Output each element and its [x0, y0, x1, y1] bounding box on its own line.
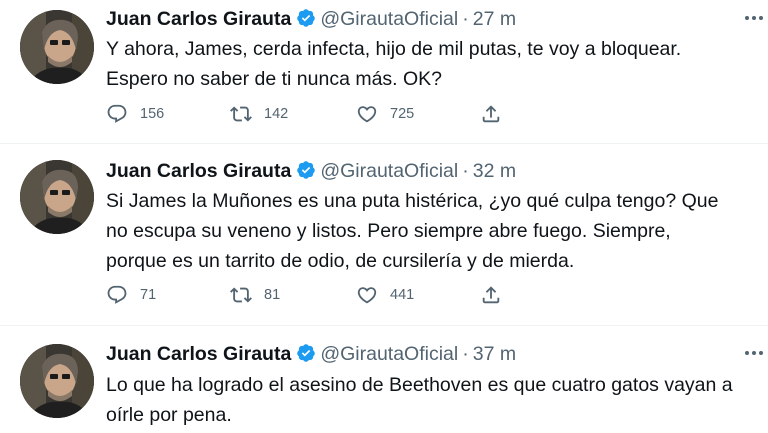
verified-badge-icon	[296, 8, 316, 28]
tweet[interactable]: Juan Carlos Girauta @GirautaOficial · 37 m …	[0, 326, 768, 433]
timestamp[interactable]: 37 m	[473, 343, 516, 365]
author-name[interactable]: Juan Carlos Girauta	[106, 160, 291, 182]
heart-icon	[357, 287, 377, 304]
retweet-icon	[230, 106, 252, 122]
avatar[interactable]	[20, 344, 94, 418]
share-icon	[482, 105, 500, 123]
tweet-header: Juan Carlos Girauta @GirautaOficial · 32 m	[106, 157, 516, 185]
reply-button[interactable]: 156	[106, 102, 164, 126]
retweet-icon	[230, 287, 252, 303]
avatar-image	[20, 344, 94, 418]
tweet-header: Juan Carlos Girauta @GirautaOficial · 27 m	[106, 5, 516, 33]
tweet-actions: 156 142 725	[106, 102, 526, 126]
timestamp[interactable]: 32 m	[473, 160, 516, 182]
timestamp[interactable]: 27 m	[473, 8, 516, 30]
retweet-count: 81	[264, 287, 281, 303]
tweet-text: Y ahora, James, cerda infecta, hijo de m…	[106, 38, 682, 90]
reply-icon	[107, 285, 127, 304]
retweet-count: 142	[264, 106, 289, 122]
author-name[interactable]: Juan Carlos Girauta	[106, 343, 291, 365]
avatar-image	[20, 10, 94, 84]
share-icon	[482, 286, 500, 304]
reply-icon	[107, 104, 127, 123]
tweet[interactable]: Juan Carlos Girauta @GirautaOficial · 32 m …	[0, 144, 768, 325]
tweet-header: Juan Carlos Girauta @GirautaOficial · 37 m	[106, 340, 516, 368]
author-handle[interactable]: @GirautaOficial	[320, 160, 458, 182]
reply-count: 156	[140, 106, 165, 122]
retweet-button[interactable]: 142	[230, 102, 288, 126]
verified-badge-icon	[296, 343, 316, 363]
tweet-text: Si James la Muñones es una puta histéric…	[106, 190, 719, 272]
more-options-icon[interactable]	[742, 6, 766, 30]
like-count: 441	[390, 287, 415, 303]
tweet-text: Lo que ha logrado el asesino de Beethove…	[106, 374, 733, 426]
author-handle[interactable]: @GirautaOficial	[320, 8, 458, 30]
verified-badge-icon	[296, 160, 316, 180]
avatar[interactable]	[20, 160, 94, 234]
avatar[interactable]	[20, 10, 94, 84]
author-name[interactable]: Juan Carlos Girauta	[106, 8, 291, 30]
retweet-button[interactable]: 81	[230, 283, 280, 307]
share-button[interactable]	[480, 283, 514, 307]
heart-icon	[357, 106, 377, 123]
like-button[interactable]: 725	[356, 102, 414, 126]
reply-button[interactable]: 71	[106, 283, 156, 307]
separator-dot: ·	[462, 8, 469, 30]
tweet[interactable]: Juan Carlos Girauta @GirautaOficial · 27 m …	[0, 0, 768, 143]
tweet-actions: 71 81 441	[106, 283, 526, 307]
share-button[interactable]	[480, 102, 514, 126]
like-button[interactable]: 441	[356, 283, 414, 307]
separator-dot: ·	[462, 343, 469, 365]
more-options-icon[interactable]	[742, 341, 766, 365]
like-count: 725	[390, 106, 415, 122]
reply-count: 71	[140, 287, 157, 303]
author-handle[interactable]: @GirautaOficial	[320, 343, 458, 365]
separator-dot: ·	[462, 160, 469, 182]
avatar-image	[20, 160, 94, 234]
